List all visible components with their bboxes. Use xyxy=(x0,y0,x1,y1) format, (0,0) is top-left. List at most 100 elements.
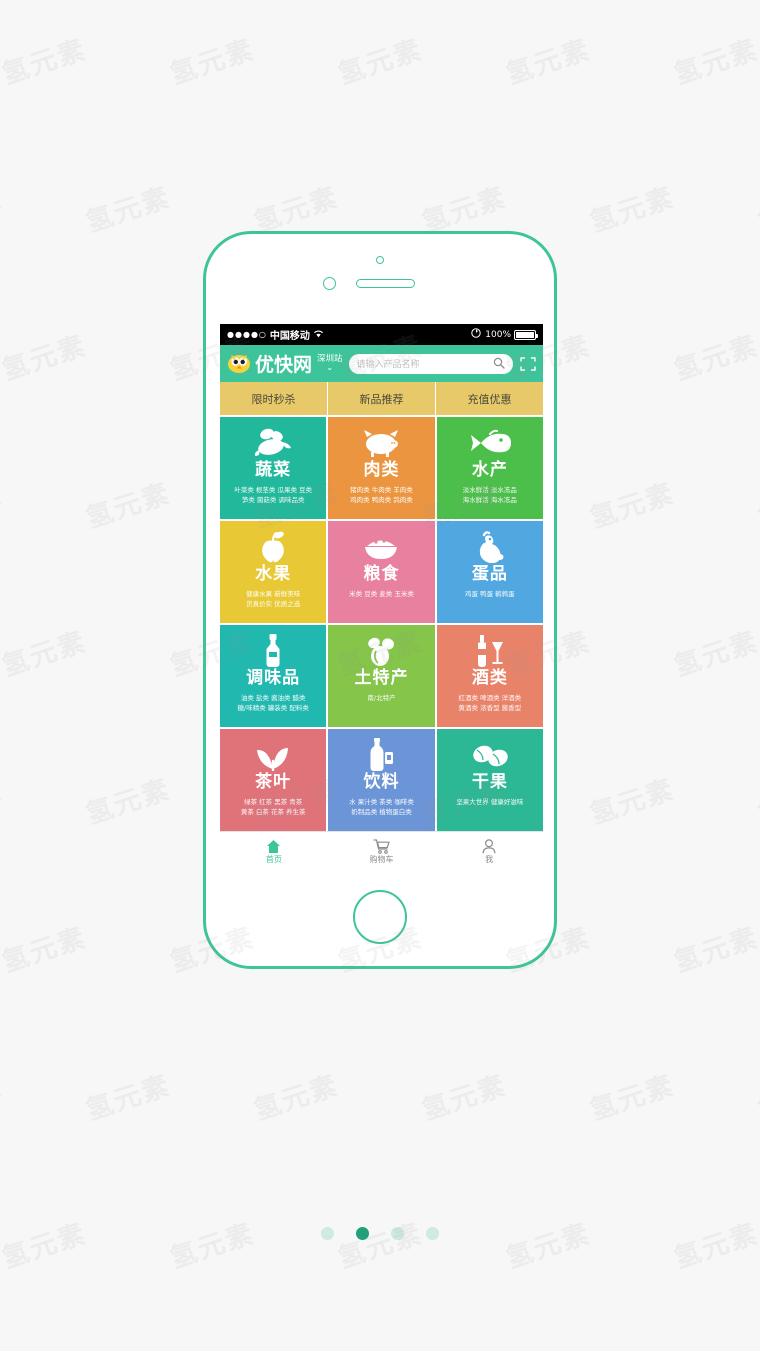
category-tile-水产[interactable]: 水产淡水鲜活 淡水冻品 海水鲜活 海水冻品 xyxy=(436,417,543,519)
category-tile-水果[interactable]: 水果 健康水果 新鲜美味 货真价实 优质之选 xyxy=(220,521,327,623)
qr-scan-icon[interactable] xyxy=(520,356,536,372)
category-subtitles: 水 果汁类 茶类 咖啡类 奶制品类 植物蛋白类 xyxy=(345,797,418,818)
home-button[interactable] xyxy=(353,890,407,944)
fish-icon xyxy=(467,426,513,460)
watermark-text: 氢元素 xyxy=(0,922,91,979)
promo-tab-1[interactable]: 限时秒杀 xyxy=(220,382,328,415)
promo-tab-2[interactable]: 新品推荐 xyxy=(328,382,436,415)
category-grid: 蔬菜 叶菜类 根茎类 瓜果类 豆类 笋类 菌菇类 调味品类 肉类 猪肉类 牛肉类 羊肉类… xyxy=(220,415,543,831)
watermark-text: 氢元素 xyxy=(0,1070,7,1127)
cart-icon xyxy=(373,837,390,854)
watermark-text: 氢元素 xyxy=(0,1218,91,1275)
watermark-text: 氢元素 xyxy=(586,182,679,239)
nav-item-购物车[interactable]: 购物车 xyxy=(328,832,436,868)
category-subtitles: 油类 盐类 酱油类 醋类 糖/味精类 罐装类 配料类 xyxy=(234,693,313,714)
category-tile-肉类[interactable]: 肉类 猪肉类 牛肉类 羊肉类 鸡肉类 鸭肉类 鸽肉类 xyxy=(328,417,435,519)
phone-screen: ●●●●○ 中国移动 100% 优快网 深圳站 ⌄ 请输入产品名称 限时秒杀 新… xyxy=(220,324,543,887)
watermark-text: 氢元素 xyxy=(754,182,760,239)
app-header: 优快网 深圳站 ⌄ 请输入产品名称 xyxy=(220,345,543,382)
watermark-text: 氢元素 xyxy=(82,774,175,831)
category-title: 调味品 xyxy=(246,668,301,688)
category-title: 水产 xyxy=(471,460,508,480)
category-subtitle-line: 笋类 菌菇类 调味品类 xyxy=(241,495,305,504)
signal-strength-icon: ●●●●○ xyxy=(227,330,267,339)
category-title: 饮料 xyxy=(363,772,400,792)
category-subtitles: 米类 豆类 麦类 玉米类 xyxy=(345,589,418,599)
watermark-text: 氢元素 xyxy=(0,34,91,91)
pager-dot-3[interactable] xyxy=(391,1227,404,1240)
category-subtitle-line: 健康水果 新鲜美味 xyxy=(246,589,301,598)
category-tile-粮食[interactable]: 粮食 米类 豆类 麦类 玉米类 xyxy=(328,521,435,623)
nav-item-我[interactable]: 我 xyxy=(435,832,543,868)
city-selector[interactable]: 深圳站 ⌄ xyxy=(317,354,343,372)
watermark-text: 氢元素 xyxy=(586,1070,679,1127)
pager-dot-1[interactable] xyxy=(321,1227,334,1240)
search-placeholder: 请输入产品名称 xyxy=(356,360,420,370)
category-subtitles: 猪肉类 牛肉类 羊肉类 鸡肉类 鸭肉类 鸽肉类 xyxy=(346,485,417,506)
category-tile-蔬菜[interactable]: 蔬菜 叶菜类 根茎类 瓜果类 豆类 笋类 菌菇类 调味品类 xyxy=(220,417,327,519)
category-tile-茶叶[interactable]: 茶叶绿茶 红茶 黑茶 青茶 黄茶 白茶 花茶 养生茶 xyxy=(220,729,327,831)
pager-dot-4[interactable] xyxy=(426,1227,439,1240)
pager-dots xyxy=(0,1227,760,1240)
watermark-text: 氢元素 xyxy=(670,34,760,91)
category-subtitle-line: 黄茶 白茶 花茶 养生茶 xyxy=(240,807,306,816)
search-icon[interactable] xyxy=(493,354,505,373)
category-subtitle-line: 叶菜类 根茎类 瓜果类 豆类 xyxy=(234,485,313,494)
watermark-text: 氢元素 xyxy=(0,478,7,535)
category-tile-酒类[interactable]: 酒类 红酒类 啤酒类 洋酒类 黄酒类 浓香型 酱香型 xyxy=(436,625,543,727)
category-subtitle-line: 米类 豆类 麦类 玉米类 xyxy=(349,589,414,598)
category-subtitle-line: 猪肉类 牛肉类 羊肉类 xyxy=(350,485,413,494)
category-subtitle-line: 黄酒类 浓香型 酱香型 xyxy=(458,703,522,712)
category-subtitle-line: 油类 盐类 酱油类 醋类 xyxy=(240,693,306,702)
category-subtitles: 鸡蛋 鸭蛋 鹌鹑蛋 xyxy=(461,589,519,599)
watermark-text: 氢元素 xyxy=(82,1070,175,1127)
pager-dot-2[interactable] xyxy=(356,1227,369,1240)
category-title: 干果 xyxy=(471,772,508,792)
apple-icon xyxy=(250,530,296,564)
category-subtitles: 坚果大世界 健康好滋味 xyxy=(452,797,527,807)
category-title: 蛋品 xyxy=(471,564,508,584)
category-tile-干果[interactable]: 干果坚果大世界 健康好滋味 xyxy=(436,729,543,831)
category-tile-蛋品[interactable]: 蛋品鸡蛋 鸭蛋 鹌鹑蛋 xyxy=(436,521,543,623)
watermark-text: 氢元素 xyxy=(166,1218,259,1275)
sauce-bottle-icon xyxy=(250,634,296,668)
watermark-text: 氢元素 xyxy=(250,1070,343,1127)
category-title: 水果 xyxy=(255,564,292,584)
status-bar: ●●●●○ 中国移动 100% xyxy=(220,324,543,345)
watermark-text: 氢元素 xyxy=(0,330,91,387)
category-tile-调味品[interactable]: 调味品油类 盐类 酱油类 醋类 糖/味精类 罐装类 配料类 xyxy=(220,625,327,727)
category-subtitles: 绿茶 红茶 黑茶 青茶 黄茶 白茶 花茶 养生茶 xyxy=(237,797,310,818)
watermark-text: 氢元素 xyxy=(0,182,7,239)
category-title: 茶叶 xyxy=(255,772,292,792)
category-title: 土特产 xyxy=(354,668,409,688)
bottom-navigation: 首页 购物车 我 xyxy=(220,831,543,868)
watermark-text: 氢元素 xyxy=(586,774,679,831)
category-subtitle-line: 鸡肉类 鸭肉类 鸽肉类 xyxy=(350,495,413,504)
watermark-text: 氢元素 xyxy=(334,1218,427,1275)
watermark-text: 氢元素 xyxy=(754,478,760,535)
category-subtitles: 南/北特产 xyxy=(363,693,399,703)
promo-tab-3[interactable]: 充值优惠 xyxy=(436,382,543,415)
nav-label: 购物车 xyxy=(369,854,394,864)
category-title: 酒类 xyxy=(471,668,508,688)
nav-label: 首页 xyxy=(265,854,282,864)
wifi-icon xyxy=(313,329,324,341)
tea-leaf-icon xyxy=(250,738,296,772)
search-input[interactable]: 请输入产品名称 xyxy=(348,353,513,374)
proximity-sensor-icon xyxy=(323,277,336,290)
category-subtitle-line: 南/北特产 xyxy=(367,693,396,702)
category-tile-饮料[interactable]: 饮料水 果汁类 茶类 咖啡类 奶制品类 植物蛋白类 xyxy=(328,729,435,831)
vegetables-icon xyxy=(250,426,296,460)
category-subtitle-line: 绿茶 红茶 黑茶 青茶 xyxy=(244,797,303,806)
peanut-icon xyxy=(467,738,513,772)
nav-item-首页[interactable]: 首页 xyxy=(220,832,328,868)
category-subtitle-line: 糖/味精类 罐装类 配料类 xyxy=(237,703,309,712)
carrier-label: 中国移动 xyxy=(269,331,310,342)
watermark-text: 氢元素 xyxy=(0,626,91,683)
category-subtitles: 淡水鲜活 淡水冻品 海水鲜活 海水冻品 xyxy=(459,485,521,506)
category-tile-土特产[interactable]: 土特产南/北特产 xyxy=(328,625,435,727)
bottle-icon xyxy=(358,738,404,772)
brand-name: 优快网 xyxy=(255,354,313,376)
category-subtitle-line: 坚果大世界 健康好滋味 xyxy=(456,797,524,806)
watermark-text: 氢元素 xyxy=(586,478,679,535)
